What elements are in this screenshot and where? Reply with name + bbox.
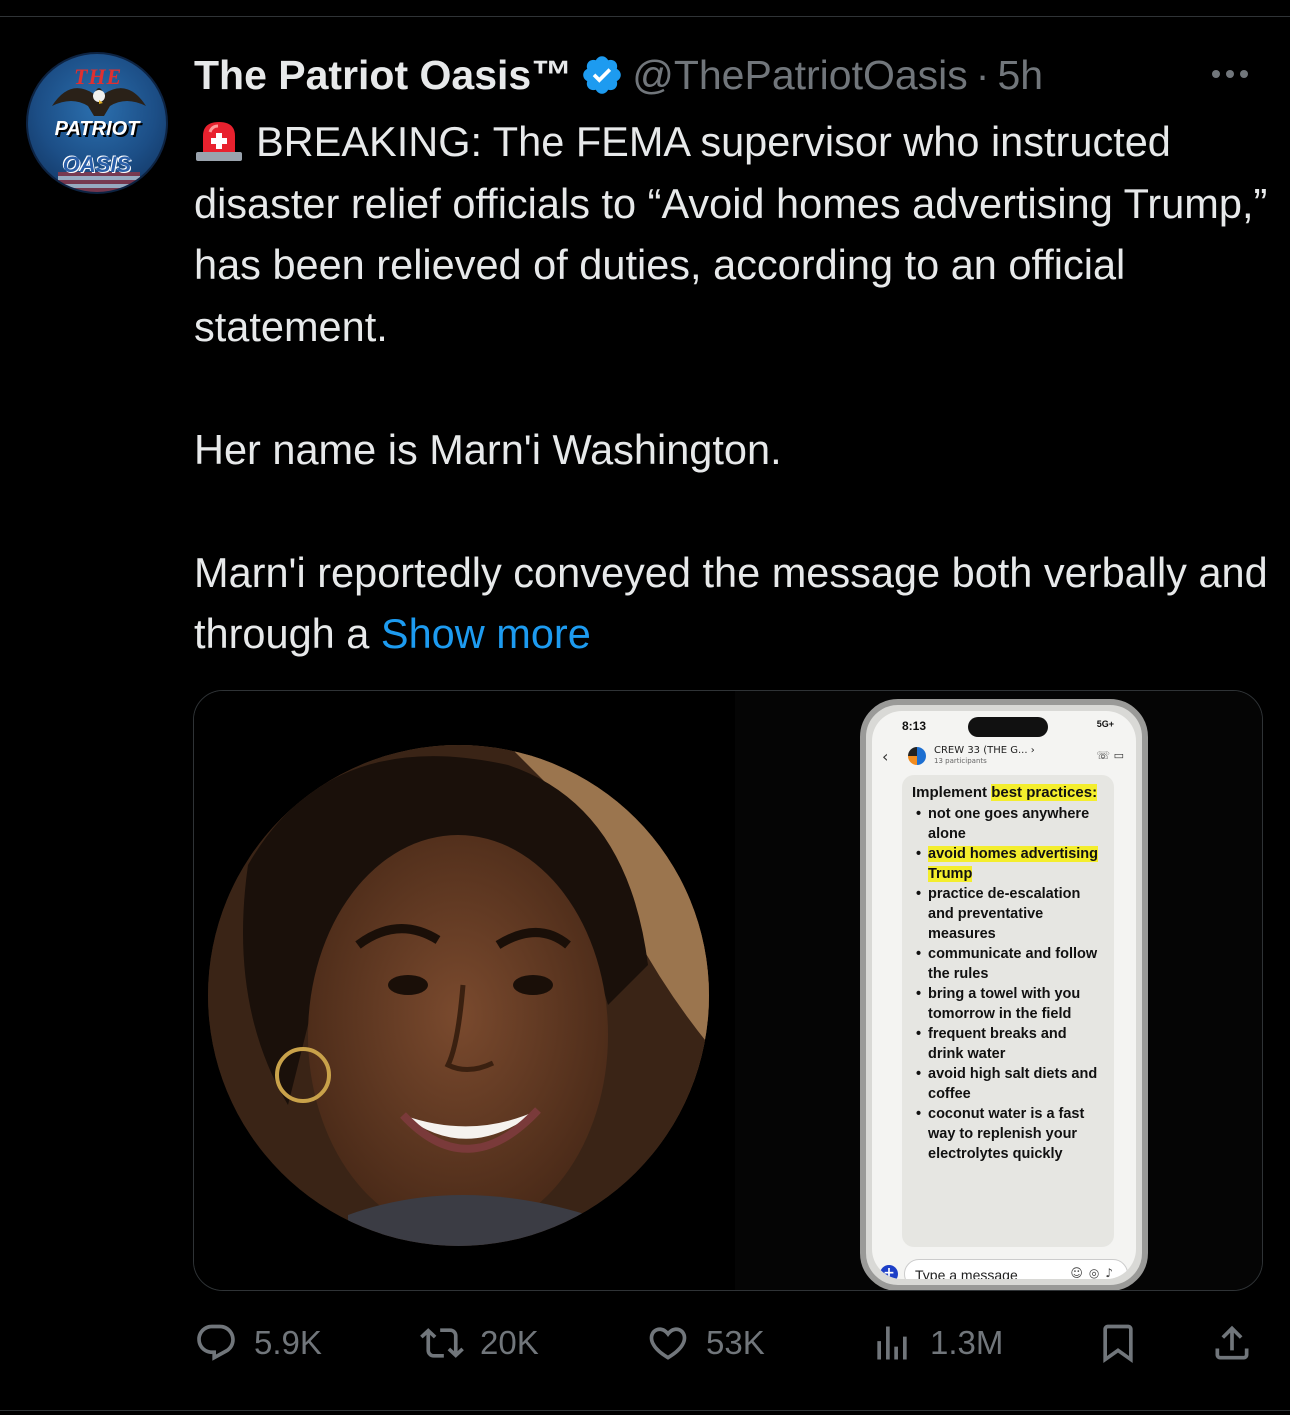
- portrait-photo: [208, 745, 709, 1246]
- message-input-bar: + Type a message ☺◎♪: [880, 1259, 1128, 1279]
- paragraph-3-text: Marn'i reportedly conveyed the message b…: [194, 548, 1268, 658]
- chat-header: ‹ CREW 33 (THE G... › 13 participants ☏ …: [882, 743, 1126, 771]
- phone-time: 8:13: [902, 719, 927, 733]
- separator-dot: ·: [975, 51, 990, 98]
- plus-icon: +: [880, 1265, 898, 1279]
- views-button[interactable]: 1.3M: [870, 1315, 1003, 1371]
- message-title: Implement best practices:: [912, 784, 1098, 801]
- paragraph-1-text: BREAKING: The FEMA supervisor who instru…: [194, 118, 1268, 350]
- verified-badge-icon: [583, 56, 622, 94]
- repost-count: 20K: [480, 1324, 539, 1361]
- views-chart-icon: [877, 1326, 907, 1360]
- like-button[interactable]: 53K: [646, 1315, 765, 1371]
- paragraph-3: Marn'i reportedly conveyed the message b…: [194, 542, 1274, 665]
- highlighted-text: best practices:: [991, 784, 1098, 801]
- bookmark-icon: [1103, 1324, 1133, 1364]
- reply-button[interactable]: 5.9K: [194, 1315, 322, 1371]
- post-time[interactable]: 5h: [997, 52, 1043, 99]
- reply-icon: [197, 1324, 235, 1361]
- repost-icon: [420, 1328, 464, 1358]
- emoji-camera-mic-icons: ☺◎♪: [1070, 1266, 1119, 1279]
- like-count: 53K: [706, 1324, 765, 1361]
- portrait-illustration: [208, 745, 709, 1246]
- paragraph-1: BREAKING: The FEMA supervisor who instru…: [194, 111, 1274, 357]
- views-count: 1.3M: [930, 1324, 1004, 1361]
- back-chevron-icon: ‹: [882, 747, 889, 766]
- message-bubble: Implement best practices: not one goes a…: [902, 775, 1114, 1247]
- avatar-text-the: THE: [74, 64, 123, 89]
- reply-count: 5.9K: [254, 1324, 322, 1361]
- avatar[interactable]: THE PATRIOT OASIS: [26, 52, 168, 194]
- siren-emoji-icon: [196, 122, 242, 161]
- more-options-icon[interactable]: [1212, 64, 1260, 84]
- bookmark-button[interactable]: [1096, 1315, 1140, 1371]
- phone-screen: 8:13 5G+ ‹ CREW 33 (THE G... › 13 partic…: [872, 711, 1136, 1279]
- phone-status: 5G+: [1096, 719, 1114, 729]
- action-bar: 5.9K 20K 53K 1.3M: [0, 1315, 1290, 1371]
- call-video-icons: ☏ ▭: [1096, 749, 1124, 762]
- message-list-item: practice de-escalation and preventative …: [912, 884, 1104, 944]
- message-field: Type a message ☺◎♪: [904, 1259, 1128, 1279]
- display-name[interactable]: The Patriot Oasis™: [194, 52, 572, 99]
- handle[interactable]: @ThePatriotOasis: [632, 52, 968, 99]
- message-list-item: communicate and follow the rules: [912, 944, 1104, 984]
- chat-participants: 13 participants: [934, 757, 987, 765]
- bottom-divider: [0, 1410, 1290, 1411]
- phone-notch: [968, 717, 1048, 737]
- message-placeholder: Type a message: [915, 1267, 1018, 1279]
- message-list-item: avoid homes advertising Trump: [912, 844, 1104, 884]
- show-more-link[interactable]: Show more: [381, 610, 591, 657]
- message-list: not one goes anywhere aloneavoid homes a…: [912, 804, 1104, 1164]
- avatar-text-oasis: OASIS: [62, 152, 132, 177]
- group-avatar-icon: [908, 747, 926, 765]
- top-divider: [0, 16, 1290, 17]
- media-photo-right[interactable]: 8:13 5G+ ‹ CREW 33 (THE G... › 13 partic…: [735, 691, 1262, 1290]
- post-header: The Patriot Oasis™ @ThePatriotOasis · 5h: [194, 48, 1043, 102]
- phone-screenshot: 8:13 5G+ ‹ CREW 33 (THE G... › 13 partic…: [860, 699, 1148, 1290]
- message-list-item: not one goes anywhere alone: [912, 804, 1104, 844]
- chat-group-name: CREW 33 (THE G... ›: [934, 745, 1035, 756]
- media-grid[interactable]: 8:13 5G+ ‹ CREW 33 (THE G... › 13 partic…: [193, 690, 1263, 1291]
- message-list-item: avoid high salt diets and coffee: [912, 1064, 1104, 1104]
- avatar-text-patriot: PATRIOT: [54, 118, 140, 140]
- message-list-item: frequent breaks and drink water: [912, 1024, 1104, 1064]
- share-icon: [1215, 1325, 1249, 1360]
- repost-button[interactable]: 20K: [420, 1315, 539, 1371]
- share-button[interactable]: [1210, 1315, 1254, 1371]
- message-list-item: bring a towel with you tomorrow in the f…: [912, 984, 1104, 1024]
- media-photo-left[interactable]: [194, 691, 735, 1290]
- heart-icon: [649, 1327, 687, 1360]
- paragraph-2: Her name is Marn'i Washington.: [194, 425, 782, 473]
- post-text: BREAKING: The FEMA supervisor who instru…: [194, 111, 1274, 665]
- message-list-item: coconut water is a fast way to replenish…: [912, 1104, 1104, 1164]
